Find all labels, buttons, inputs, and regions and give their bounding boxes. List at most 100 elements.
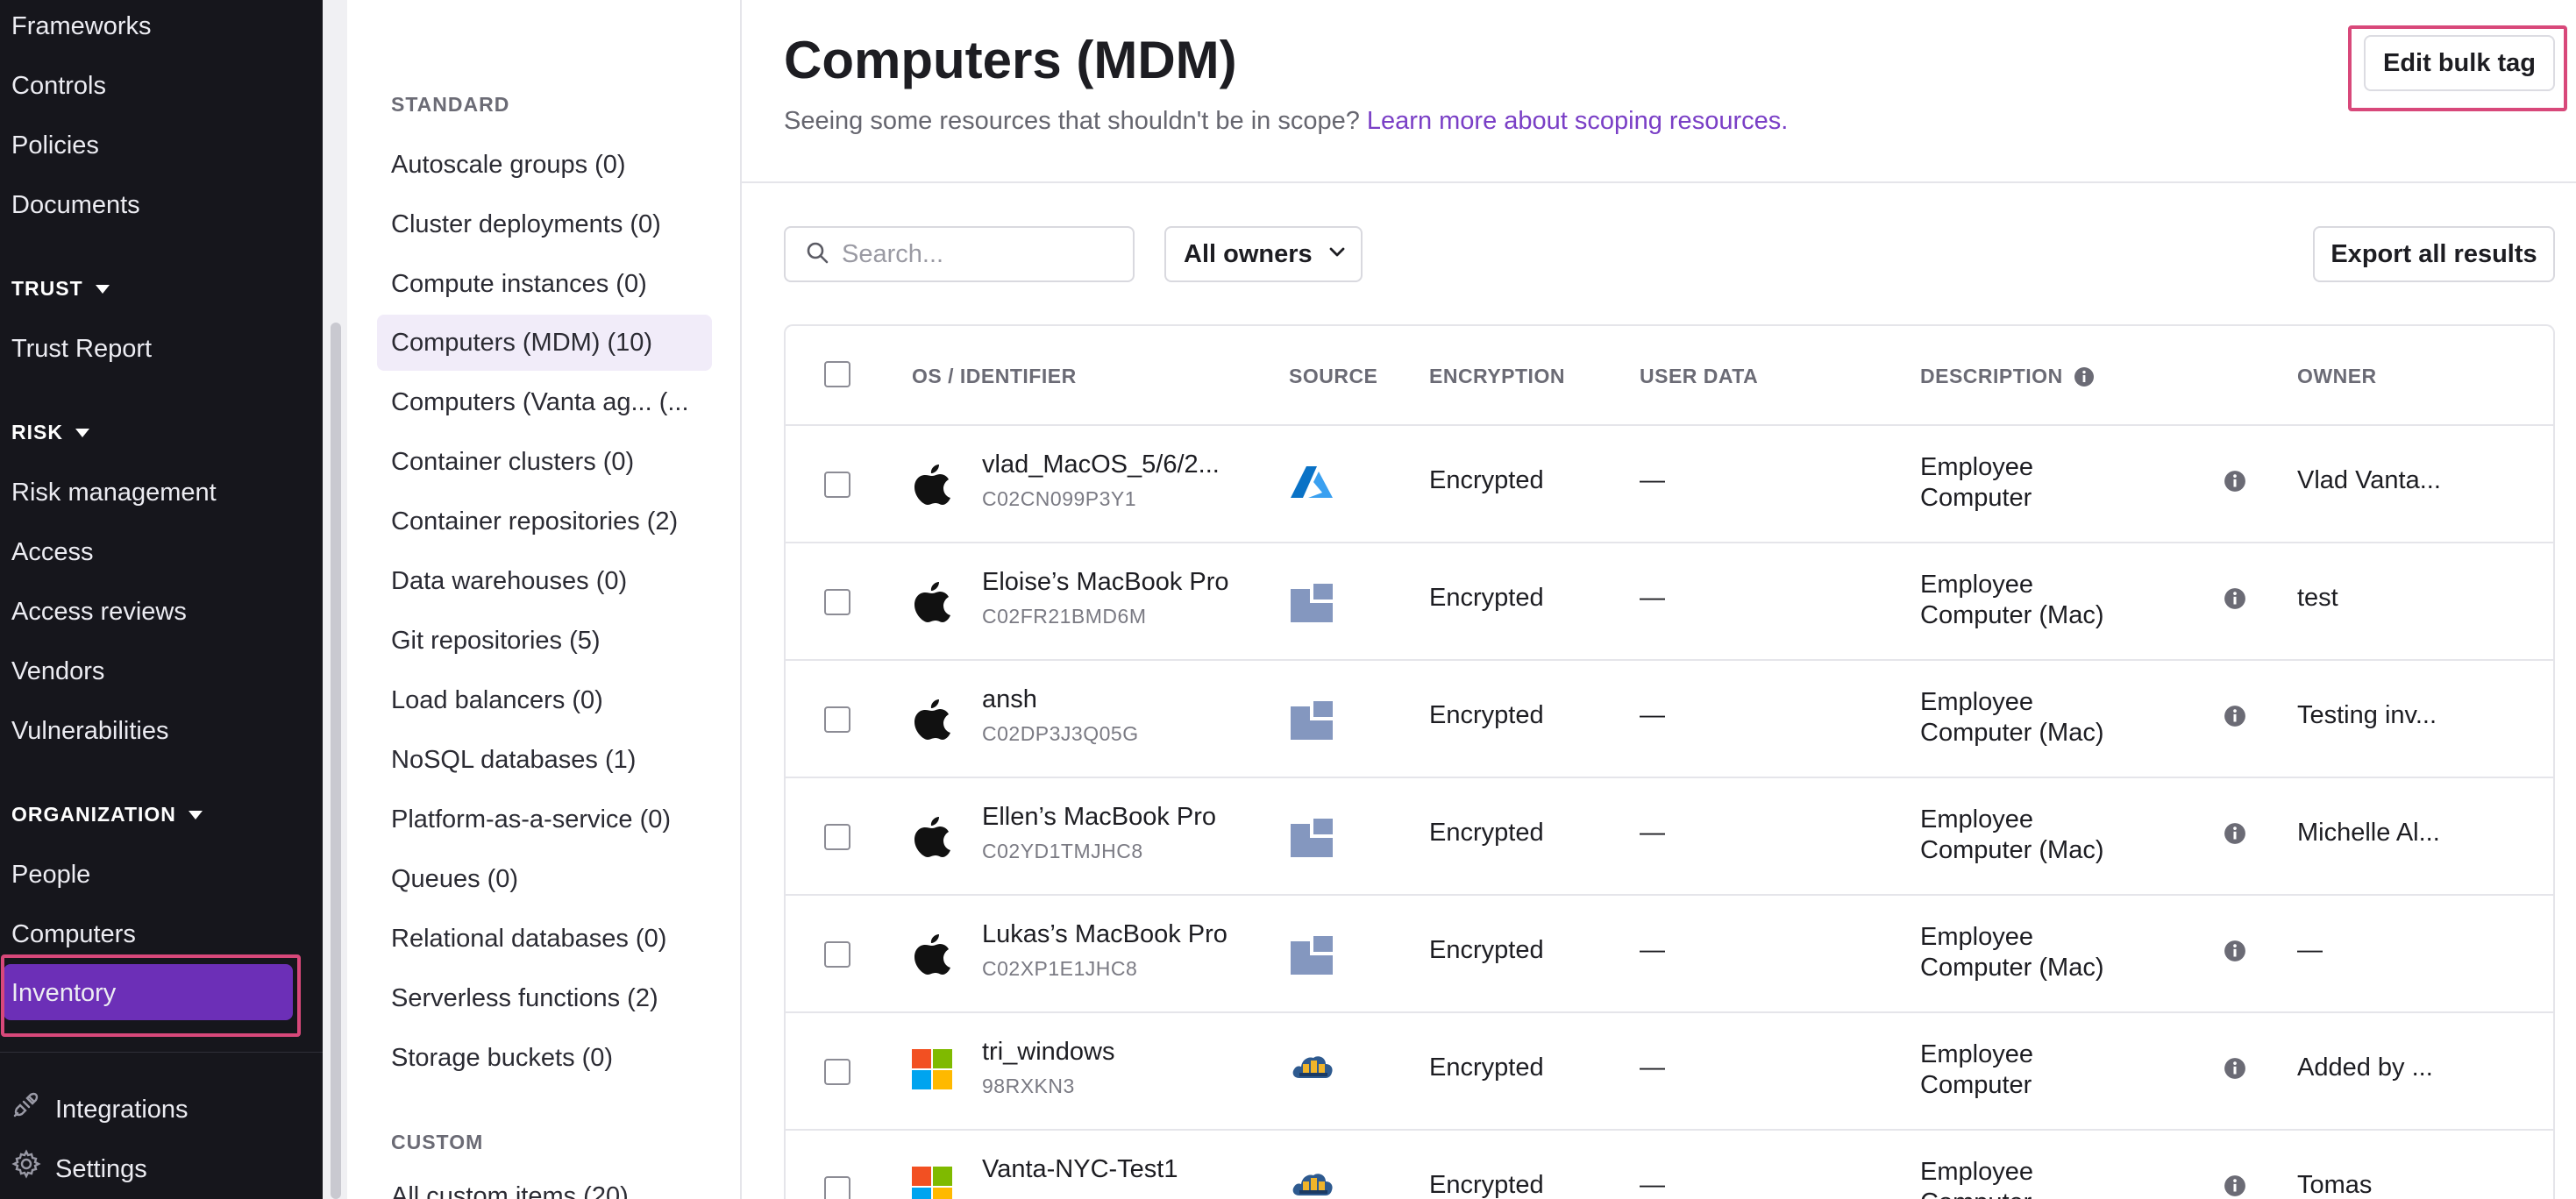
- owner-name[interactable]: Testing inv...: [2297, 701, 2437, 730]
- computer-name[interactable]: Lukas’s MacBook Pro: [982, 920, 1228, 949]
- nav-item-documents[interactable]: Documents: [11, 188, 140, 223]
- owner-filter-dropdown[interactable]: All owners: [1164, 226, 1363, 282]
- row-checkbox[interactable]: [824, 824, 850, 850]
- user-data-value: —: [1640, 584, 1665, 612]
- column-header-owner[interactable]: OWNER: [2297, 365, 2377, 388]
- table-row[interactable]: ansh C02DP3J3Q05G Encrypted — Employee Comput…: [786, 661, 2553, 778]
- info-icon: [2074, 366, 2094, 387]
- nav-item-risk-management[interactable]: Risk management: [11, 475, 217, 510]
- resource-item[interactable]: Platform-as-a-service (0): [391, 802, 671, 837]
- nav-item-controls[interactable]: Controls: [11, 68, 106, 103]
- encryption-status: Encrypted: [1429, 466, 1544, 494]
- nav-item-access[interactable]: Access: [11, 535, 93, 570]
- source-kandji-icon: [1291, 934, 1333, 981]
- info-icon[interactable]: [2224, 1057, 2246, 1084]
- computer-name[interactable]: tri_windows: [982, 1038, 1115, 1067]
- computer-name[interactable]: ansh: [982, 685, 1037, 714]
- resource-item[interactable]: Autoscale groups (0): [391, 147, 626, 182]
- row-checkbox[interactable]: [824, 941, 850, 968]
- table-row[interactable]: Vanta-NYC-Test1 Encrypted — Employee Compute…: [786, 1131, 2553, 1199]
- info-icon[interactable]: [2224, 822, 2246, 849]
- computer-identifier: C02DP3J3Q05G: [982, 722, 1139, 745]
- computer-name[interactable]: Eloise’s MacBook Pro: [982, 568, 1229, 597]
- nav-item-policies[interactable]: Policies: [11, 128, 99, 163]
- description-line-1: Employee: [1920, 1040, 2033, 1068]
- user-data-value: —: [1640, 936, 1665, 964]
- owner-name[interactable]: Vlad Vanta...: [2297, 466, 2441, 495]
- apple-icon: [912, 814, 952, 862]
- resource-item[interactable]: Queues (0): [391, 862, 518, 897]
- description: Employee Computer (Mac): [1920, 922, 2104, 983]
- table-row[interactable]: tri_windows 98RXKN3 Encrypted — Employee Comp…: [786, 1013, 2553, 1131]
- nav-item-frameworks[interactable]: Frameworks: [11, 9, 152, 44]
- computer-name[interactable]: Ellen’s MacBook Pro: [982, 803, 1216, 832]
- resource-item-active[interactable]: Computers (MDM) (10): [391, 325, 652, 360]
- page-title: Computers (MDM): [784, 31, 1237, 89]
- scoping-help-link[interactable]: Learn more about scoping resources.: [1367, 107, 1788, 135]
- column-header-os-identifier[interactable]: OS / IDENTIFIER: [912, 365, 1077, 388]
- row-checkbox[interactable]: [824, 1059, 850, 1085]
- info-icon[interactable]: [2224, 587, 2246, 614]
- resource-item[interactable]: Data warehouses (0): [391, 564, 627, 599]
- select-all-checkbox[interactable]: [824, 361, 850, 387]
- nav-section-organization[interactable]: ORGANIZATION: [11, 797, 203, 832]
- nav-item-people[interactable]: People: [11, 857, 90, 892]
- owner-name[interactable]: test: [2297, 584, 2338, 613]
- resource-item[interactable]: NoSQL databases (1): [391, 742, 636, 777]
- resource-item[interactable]: Serverless functions (2): [391, 981, 658, 1016]
- resource-item[interactable]: Compute instances (0): [391, 266, 647, 302]
- info-icon[interactable]: [2224, 940, 2246, 967]
- nav-item-vendors[interactable]: Vendors: [11, 654, 104, 689]
- resource-item[interactable]: Storage buckets (0): [391, 1040, 613, 1075]
- computer-name[interactable]: vlad_MacOS_5/6/2...: [982, 451, 1220, 479]
- resource-item[interactable]: Computers (Vanta ag... (...: [391, 385, 689, 420]
- row-checkbox[interactable]: [824, 589, 850, 615]
- description-line-2: Computer: [1920, 484, 2032, 512]
- row-checkbox[interactable]: [824, 706, 850, 733]
- encryption-status: Encrypted: [1429, 936, 1544, 964]
- nav-item-access-reviews[interactable]: Access reviews: [11, 594, 187, 629]
- column-header-description[interactable]: DESCRIPTION: [1920, 365, 2095, 388]
- computer-name[interactable]: Vanta-NYC-Test1: [982, 1155, 1178, 1184]
- column-header-source[interactable]: SOURCE: [1289, 365, 1377, 388]
- table-row[interactable]: Ellen’s MacBook Pro C02YD1TMJHC8 Encrypted…: [786, 778, 2553, 896]
- resource-item[interactable]: Load balancers (0): [391, 683, 603, 718]
- nav-item-trust-report[interactable]: Trust Report: [11, 331, 152, 366]
- search-box[interactable]: [784, 226, 1135, 282]
- nav-item-integrations[interactable]: Integrations: [11, 1089, 189, 1129]
- resource-item[interactable]: Container repositories (2): [391, 504, 678, 539]
- encryption-status: Encrypted: [1429, 819, 1544, 847]
- table-row[interactable]: Eloise’s MacBook Pro C02FR21BMD6M Encrypte…: [786, 543, 2553, 661]
- info-icon[interactable]: [2224, 1174, 2246, 1199]
- export-all-results-button[interactable]: Export all results: [2313, 226, 2555, 282]
- owner-name[interactable]: Added by ...: [2297, 1054, 2433, 1082]
- owner-name[interactable]: Michelle Al...: [2297, 819, 2440, 848]
- nav-item-vulnerabilities[interactable]: Vulnerabilities: [11, 713, 168, 748]
- table-row[interactable]: Lukas’s MacBook Pro C02XP1E1JHC8 Encrypted…: [786, 896, 2553, 1013]
- resource-item[interactable]: Relational databases (0): [391, 921, 666, 956]
- info-icon[interactable]: [2224, 470, 2246, 497]
- nav-section-risk[interactable]: RISK: [11, 415, 89, 450]
- nav-item-settings[interactable]: Settings: [11, 1149, 147, 1188]
- search-icon: [805, 240, 829, 269]
- row-checkbox[interactable]: [824, 1176, 850, 1199]
- nav-item-computers[interactable]: Computers: [11, 917, 136, 952]
- resource-item[interactable]: Container clusters (0): [391, 444, 634, 479]
- computer-identifier: C02CN099P3Y1: [982, 487, 1137, 510]
- owner-name[interactable]: —: [2297, 936, 2323, 965]
- row-checkbox[interactable]: [824, 472, 850, 498]
- owner-name[interactable]: Tomas: [2297, 1171, 2372, 1199]
- info-icon[interactable]: [2224, 705, 2246, 732]
- resource-item[interactable]: Git repositories (5): [391, 623, 601, 658]
- table-row[interactable]: vlad_MacOS_5/6/2... C02CN099P3Y1 Encrypted…: [786, 426, 2553, 543]
- search-input[interactable]: [842, 239, 1122, 269]
- nav-section-trust[interactable]: TRUST: [11, 271, 110, 306]
- gear-icon: [11, 1149, 41, 1188]
- apple-icon: [912, 579, 952, 628]
- nav-scrollbar-thumb[interactable]: [331, 323, 341, 1199]
- resource-item-custom[interactable]: All custom items (20): [391, 1179, 629, 1199]
- column-header-user-data[interactable]: USER DATA: [1640, 365, 1758, 388]
- main-nav: Frameworks Controls Policies Documents T…: [0, 0, 323, 1199]
- column-header-encryption[interactable]: ENCRYPTION: [1429, 365, 1565, 388]
- resource-item[interactable]: Cluster deployments (0): [391, 207, 661, 242]
